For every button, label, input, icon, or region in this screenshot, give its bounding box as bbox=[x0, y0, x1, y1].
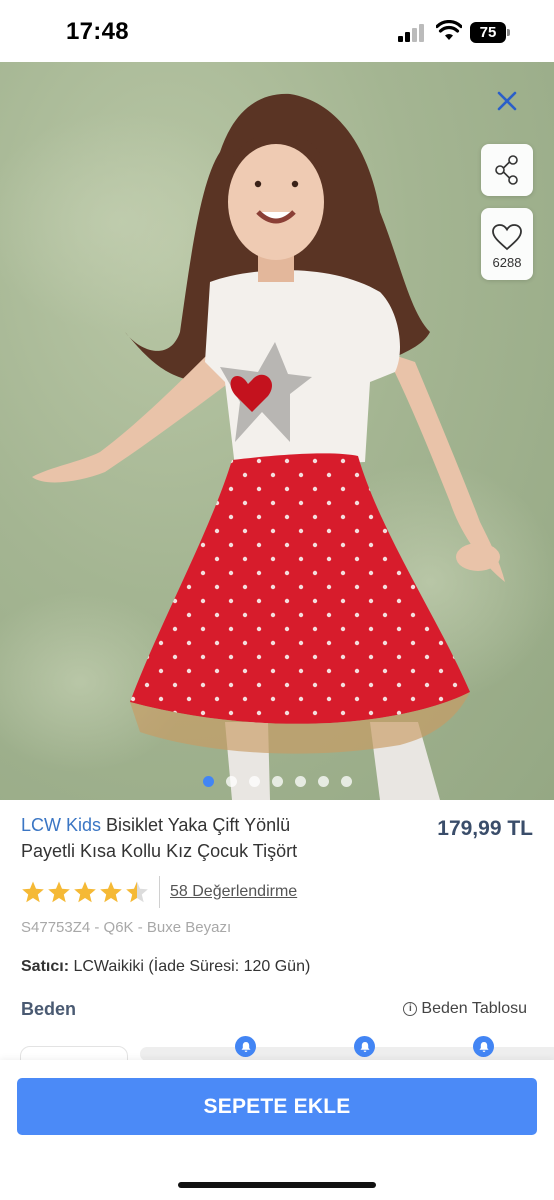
product-price: 179,99 TL bbox=[437, 817, 533, 840]
size-section-label: Beden bbox=[21, 999, 77, 1019]
battery-level: 75 bbox=[470, 22, 506, 43]
add-to-cart-button[interactable]: SEPETE EKLE bbox=[17, 1078, 537, 1135]
size-chart-label: Beden Tablosu bbox=[421, 1000, 527, 1017]
star-icon bbox=[74, 881, 96, 903]
cellular-signal-icon bbox=[398, 24, 428, 42]
heart-icon bbox=[492, 223, 522, 250]
notify-bell-icon[interactable] bbox=[354, 1036, 375, 1057]
carousel-dot[interactable] bbox=[341, 776, 352, 787]
rating-row: 58 Değerlendirme bbox=[21, 876, 297, 908]
star-icon bbox=[22, 881, 44, 903]
status-time: 17:48 bbox=[66, 18, 129, 45]
product-sku: S47753Z4 - Q6K - Buxe Beyazı bbox=[21, 919, 232, 936]
size-chart-link[interactable]: i Beden Tablosu bbox=[403, 1000, 527, 1018]
rating-divider bbox=[159, 876, 160, 908]
brand-name[interactable]: LCW Kids bbox=[21, 815, 101, 835]
carousel-dot[interactable] bbox=[272, 776, 283, 787]
seller-label: Satıcı: bbox=[21, 958, 70, 975]
favorite-button[interactable]: 6288 bbox=[481, 208, 533, 280]
star-rating bbox=[21, 880, 149, 904]
star-icon bbox=[48, 881, 70, 903]
seller-value[interactable]: LCWaikiki (İade Süresi: 120 Gün) bbox=[69, 958, 310, 975]
carousel-dot[interactable] bbox=[318, 776, 329, 787]
notify-bell-icon[interactable] bbox=[235, 1036, 256, 1057]
size-options[interactable] bbox=[0, 1030, 554, 1060]
carousel-dot[interactable] bbox=[295, 776, 306, 787]
battery-icon: 75 bbox=[470, 22, 510, 43]
home-indicator bbox=[178, 1182, 376, 1188]
share-button[interactable] bbox=[481, 144, 533, 196]
star-icon bbox=[100, 881, 122, 903]
info-icon: i bbox=[403, 1002, 418, 1016]
seller-info: Satıcı: LCWaikiki (İade Süresi: 120 Gün) bbox=[21, 958, 310, 976]
close-button[interactable] bbox=[490, 84, 524, 118]
bottom-action-bar: SEPETE EKLE bbox=[0, 1060, 554, 1200]
product-image-carousel[interactable]: 6288 bbox=[0, 62, 554, 800]
carousel-pagination bbox=[0, 776, 554, 787]
carousel-dot[interactable] bbox=[249, 776, 260, 787]
share-icon bbox=[495, 155, 518, 185]
product-title: LCW Kids Bisiklet Yaka Çift Yönlü Payetl… bbox=[21, 812, 341, 864]
status-bar: 17:48 75 bbox=[0, 0, 554, 62]
favorite-count: 6288 bbox=[492, 254, 522, 270]
carousel-dot[interactable] bbox=[203, 776, 214, 787]
wifi-icon bbox=[436, 20, 462, 40]
close-icon bbox=[497, 91, 517, 111]
half-star-icon bbox=[126, 881, 148, 903]
notify-bell-icon[interactable] bbox=[473, 1036, 494, 1057]
carousel-dot[interactable] bbox=[226, 776, 237, 787]
size-option[interactable] bbox=[20, 1046, 128, 1060]
reviews-link[interactable]: 58 Değerlendirme bbox=[170, 883, 297, 901]
product-photo bbox=[0, 93, 554, 800]
